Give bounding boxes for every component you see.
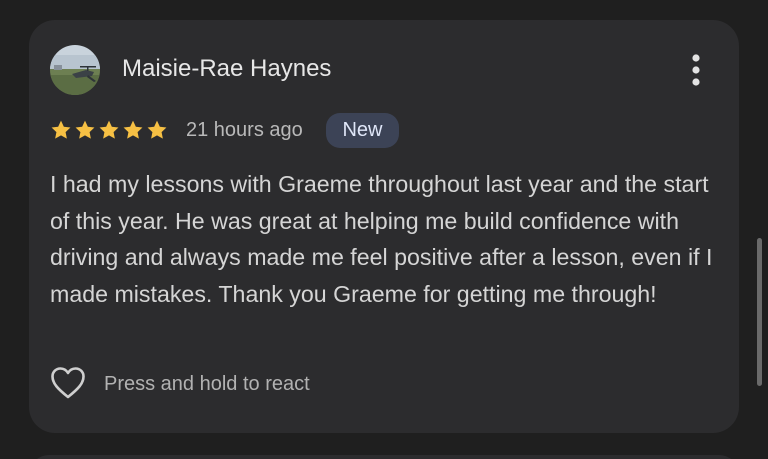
star-icon xyxy=(51,120,71,139)
rating-stars xyxy=(50,119,168,143)
new-badge: New xyxy=(326,113,399,148)
heart-outline-icon xyxy=(51,367,85,399)
star-icon xyxy=(123,120,143,139)
star-icon xyxy=(75,120,95,139)
reviews-page: Maisie-Rae Haynes 21 hours ago New I had… xyxy=(0,0,768,459)
review-timestamp: 21 hours ago xyxy=(186,119,303,141)
avatar[interactable] xyxy=(50,45,100,95)
review-text: I had my lessons with Graeme throughout … xyxy=(50,171,713,307)
react-prompt: Press and hold to react xyxy=(104,373,310,395)
avatar-photo xyxy=(50,45,100,95)
reviewer-name[interactable]: Maisie-Rae Haynes xyxy=(122,55,331,83)
star-icon xyxy=(99,120,119,139)
react-button[interactable]: Press and hold to react xyxy=(50,364,370,404)
scrollbar[interactable] xyxy=(757,238,762,386)
more-options-button[interactable] xyxy=(680,52,712,88)
next-review-card xyxy=(29,455,739,459)
more-vert-icon xyxy=(692,54,700,86)
star-icon xyxy=(147,120,167,139)
